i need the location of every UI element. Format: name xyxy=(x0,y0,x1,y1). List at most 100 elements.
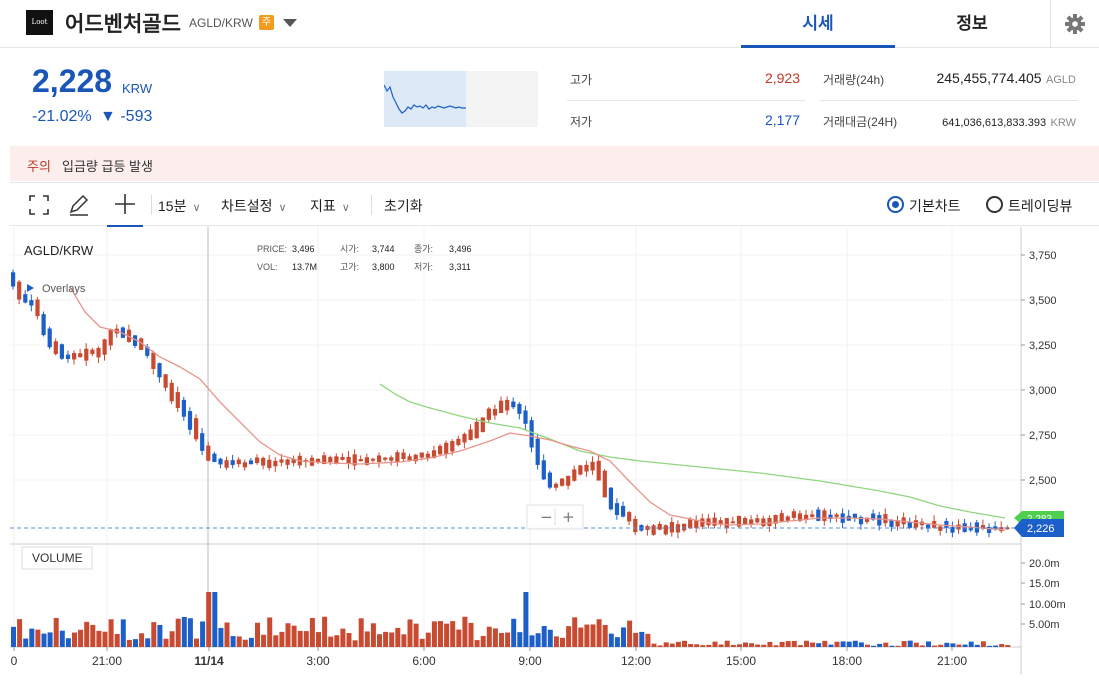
tab-info[interactable]: 정보 xyxy=(895,0,1049,48)
volume-bar xyxy=(883,642,889,647)
indicators-dropdown[interactable]: 지표 ∨ xyxy=(310,196,350,216)
volume-bar xyxy=(218,627,224,647)
radio-basic-chart[interactable] xyxy=(887,196,904,213)
candle-body xyxy=(651,525,656,535)
coin-dropdown-icon[interactable] xyxy=(283,19,297,27)
candle-body xyxy=(17,281,22,300)
volume-bar xyxy=(255,622,260,647)
alert-tag: 주의 xyxy=(27,159,51,174)
radio-tradingview[interactable] xyxy=(986,196,1003,213)
candle-body xyxy=(163,374,168,388)
candle-body xyxy=(316,458,321,462)
candlestick-chart[interactable]: 3,750 3,500 3,250 3,000 2,750 2,500 20.0m 15.0… xyxy=(0,227,1099,675)
candle-body xyxy=(505,399,510,411)
candle-body xyxy=(90,349,95,355)
volume-bar xyxy=(736,644,742,647)
volume-bar xyxy=(468,622,474,647)
volume-bar xyxy=(950,643,956,647)
fullscreen-icon[interactable] xyxy=(28,194,50,216)
volume-bar xyxy=(816,643,822,647)
volume-bar xyxy=(126,639,132,647)
volume-bar xyxy=(797,645,803,647)
volume-bar xyxy=(877,643,883,647)
candle-body xyxy=(602,470,607,498)
legend-price: 3,496 xyxy=(292,244,315,254)
candle-body xyxy=(474,421,479,439)
price-tick: 3,000 xyxy=(1029,385,1057,397)
zoom-out-button[interactable]: − xyxy=(540,508,553,526)
volume-bar xyxy=(639,631,645,647)
volume-bar xyxy=(163,638,169,647)
volume-bar xyxy=(858,642,864,647)
volume-bar xyxy=(694,644,700,647)
gear-icon[interactable] xyxy=(1050,0,1099,48)
zoom-in-button[interactable]: + xyxy=(562,508,575,526)
volume-bar xyxy=(919,645,925,647)
tradingview-label[interactable]: 트레이딩뷰 xyxy=(1008,196,1072,216)
volume-bar xyxy=(560,637,565,647)
volume-bar xyxy=(322,616,328,647)
candle-body xyxy=(938,526,943,531)
candle-body xyxy=(72,353,77,360)
candle-body xyxy=(255,457,260,464)
candle-body xyxy=(614,503,620,515)
volume-bar xyxy=(35,629,41,647)
candle-body xyxy=(248,460,254,465)
tab-price[interactable]: 시세 xyxy=(741,0,895,48)
change-percent: -21.02% xyxy=(32,108,92,125)
volume-bar xyxy=(273,635,279,647)
volume-bar xyxy=(663,642,669,647)
volume-bar xyxy=(175,618,181,647)
candle-body xyxy=(65,354,71,359)
candle-body xyxy=(578,465,583,475)
chart-settings-dropdown[interactable]: 차트설정 ∨ xyxy=(221,196,287,216)
volume-bar xyxy=(755,644,761,647)
volume-bar xyxy=(157,624,163,647)
price-tick: 3,500 xyxy=(1029,295,1057,307)
overlays-triangle-icon[interactable] xyxy=(27,284,34,292)
volume-bar xyxy=(480,635,486,647)
volume-bar xyxy=(706,644,712,647)
candle-body xyxy=(724,518,729,529)
volume-bar xyxy=(865,644,870,647)
candle-body xyxy=(785,516,790,521)
volume-bar xyxy=(23,638,29,647)
volume-bar xyxy=(395,627,401,647)
price-tick: 3,250 xyxy=(1029,340,1057,352)
alert-bar: 주의 입금량 급등 발생 xyxy=(10,146,1099,181)
interval-dropdown[interactable]: 15분 ∨ xyxy=(158,196,201,216)
candle-body xyxy=(377,455,382,462)
candle-body xyxy=(767,517,772,526)
volume-bar xyxy=(120,619,126,647)
basic-chart-label[interactable]: 기본차트 xyxy=(909,196,961,216)
coin-name[interactable]: 어드벤처골드 xyxy=(65,8,181,38)
candle-body xyxy=(84,348,89,361)
pencil-icon[interactable] xyxy=(67,193,91,217)
volume-bar xyxy=(352,640,358,647)
candle-body xyxy=(688,518,693,529)
volume-tick: 20.0m xyxy=(1029,558,1060,570)
volume-bar xyxy=(139,633,145,647)
volume-bar xyxy=(41,633,47,647)
volume-bar xyxy=(553,636,559,647)
candle-body xyxy=(212,453,217,463)
volume-bar xyxy=(364,631,370,647)
volume-bar xyxy=(383,631,389,647)
candle-body xyxy=(35,299,40,317)
volume-bar xyxy=(999,644,1005,647)
volume-bar xyxy=(224,622,230,647)
candle-body xyxy=(682,523,687,531)
candle-body xyxy=(535,438,540,465)
crosshair-icon[interactable] xyxy=(107,183,143,227)
reset-button[interactable]: 초기화 xyxy=(384,196,423,216)
legend-low: 3,311 xyxy=(449,262,471,272)
overlays-toggle[interactable]: Overlays xyxy=(42,283,86,295)
zoom-controls: − + xyxy=(526,504,584,530)
candle-body xyxy=(499,400,504,413)
candle-body xyxy=(29,300,34,306)
chevron-down-icon: ∨ xyxy=(278,202,287,214)
volume-bar xyxy=(328,636,334,647)
volume-bar xyxy=(78,629,84,647)
price-tick: 2,500 xyxy=(1029,475,1057,487)
volume-bar xyxy=(65,638,71,647)
